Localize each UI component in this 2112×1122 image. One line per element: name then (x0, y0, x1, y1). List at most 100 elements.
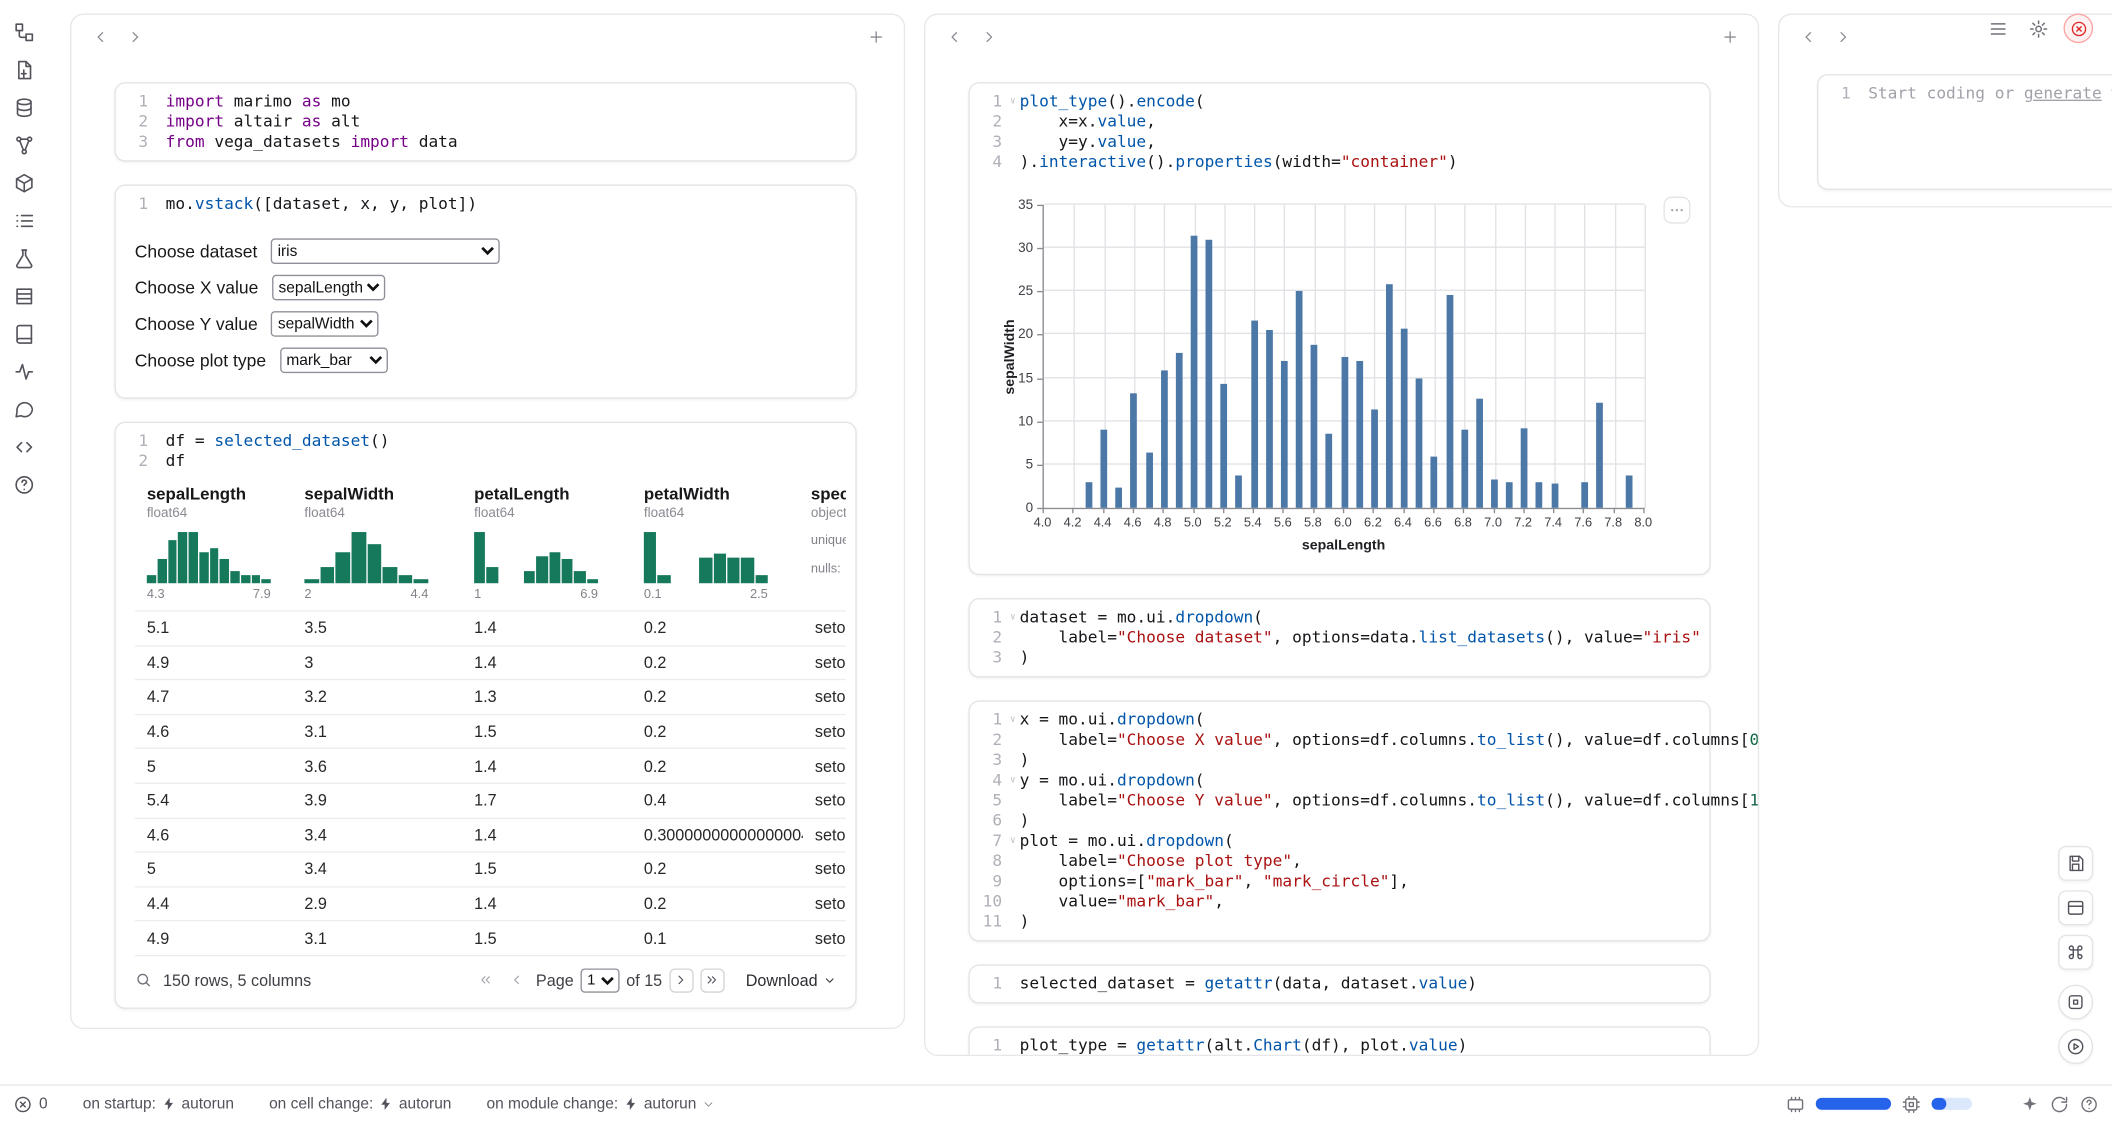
snippets-icon[interactable] (11, 434, 38, 461)
column-move-right-button[interactable] (120, 22, 150, 52)
chart-bar (1296, 290, 1303, 507)
cell-dataframe: 1df = selected_dataset()2df sepalLengthf… (114, 422, 856, 1009)
chart-bar (1101, 429, 1108, 508)
code-line: 10 value="mark_bar", (970, 892, 1696, 912)
prev-page-button[interactable] (505, 968, 529, 992)
documentation-icon[interactable] (11, 321, 38, 348)
code-editor-imports[interactable]: 1import marimo as mo2import altair as al… (116, 84, 855, 161)
file-tree-icon[interactable] (11, 19, 38, 46)
add-column-button[interactable] (861, 22, 891, 52)
chart-bar (1431, 457, 1438, 508)
menu-icon (1987, 18, 2007, 38)
chart-bar (1251, 321, 1258, 508)
search-icon[interactable] (135, 972, 153, 990)
code-editor-vstack[interactable]: 1mo.vstack([dataset, x, y, plot]) (116, 186, 855, 222)
chart-output: sepalWidth sepalLength 4.04.24.44.64.85.… (989, 197, 1691, 555)
memory-usage-bar (1816, 1098, 1891, 1110)
code-editor-plot-type[interactable]: 1plot_type = getattr(alt.Chart(df), plot… (970, 1028, 1709, 1056)
chart-bar (1476, 399, 1483, 508)
next-page-button[interactable] (669, 968, 693, 992)
save-button[interactable] (2058, 846, 2093, 881)
cell-selected-dataset: 1selected_dataset = getattr(data, datase… (968, 964, 1710, 1003)
fold-chevron-icon (1006, 912, 1019, 932)
table-body: 5.13.51.40.2setosa4.931.40.2setosa4.73.2… (135, 610, 846, 956)
table-column-header[interactable]: sepalLengthfloat644.37.9 (135, 485, 293, 602)
dependency-graph-icon[interactable] (11, 132, 38, 159)
chart-bar (1116, 488, 1123, 508)
code-editor-dataset[interactable]: 1∨dataset = mo.ui.dropdown(2 label="Choo… (970, 599, 1709, 676)
on-cell-change-config[interactable]: on cell change:autorun (269, 1096, 451, 1112)
table-column-header[interactable]: petalLengthfloat6416.9 (462, 485, 632, 602)
fold-chevron-icon: ∨ (1006, 92, 1019, 112)
logs-icon[interactable] (11, 283, 38, 310)
tracing-icon[interactable] (11, 358, 38, 385)
dataset-dropdown[interactable]: iris (271, 238, 500, 264)
code-editor-new-cell[interactable]: 1Start coding or generate with AI (1818, 75, 2112, 111)
code-editor-plot[interactable]: 1∨plot_type().encode(2 x=x.value,3 y=y.v… (970, 84, 1709, 181)
error-counter[interactable]: 0 (13, 1094, 47, 1113)
table-of-contents-icon[interactable] (11, 207, 38, 234)
code-line: 2 label="Choose X value", options=df.col… (970, 730, 1696, 750)
notebook-menu-button[interactable] (1983, 13, 2013, 43)
page-select[interactable]: 1 (580, 968, 619, 992)
table-column-header[interactable]: sepalWidthfloat6424.4 (292, 485, 462, 602)
code-editor-df[interactable]: 1df = selected_dataset()2df (116, 423, 855, 480)
chevron-right-icon (674, 973, 689, 988)
y-value-dropdown[interactable]: sepalWidth (271, 311, 379, 337)
control-row: Choose X valuesepalLength (135, 269, 837, 305)
cell-chart: 1∨plot_type().encode(2 x=x.value,3 y=y.v… (968, 82, 1710, 575)
cell-new-empty: 1Start coding or generate with AI (1817, 74, 2112, 190)
chart-bar (1386, 284, 1393, 508)
chevron-left-icon (1799, 28, 1817, 46)
shutdown-button[interactable] (2064, 13, 2094, 43)
plot-type-dropdown[interactable]: mark_bar (280, 348, 388, 374)
chart-bar (1236, 476, 1243, 508)
settings-button[interactable] (2023, 13, 2053, 43)
table-column-header[interactable]: petalWidthfloat640.12.5 (632, 485, 803, 602)
on-startup-config[interactable]: on startup:autorun (83, 1096, 234, 1112)
save-icon (2066, 854, 2085, 873)
marimo-file-icon[interactable] (11, 57, 38, 84)
code-line: 2import altair as alt (116, 112, 842, 132)
database-icon[interactable] (11, 94, 38, 121)
x-value-dropdown[interactable]: sepalLength (272, 275, 385, 301)
chat-icon[interactable] (11, 396, 38, 423)
column-move-right-button[interactable] (974, 22, 1004, 52)
restart-kernel-icon[interactable] (2050, 1094, 2069, 1113)
play-icon (2066, 1037, 2085, 1056)
code-line: 11) (970, 912, 1696, 932)
help-icon[interactable] (11, 471, 38, 498)
control-row: Choose datasetiris (135, 233, 837, 269)
column-move-left-button[interactable] (85, 22, 115, 52)
fold-chevron-icon (1006, 851, 1019, 871)
last-page-button[interactable] (700, 968, 724, 992)
help-icon[interactable] (2080, 1094, 2099, 1113)
package-icon[interactable] (11, 170, 38, 197)
column-move-left-button[interactable] (1793, 22, 1823, 52)
column-move-right-button[interactable] (1828, 22, 1858, 52)
on-module-change-config[interactable]: on module change:autorun (486, 1096, 715, 1112)
download-button[interactable]: Download (746, 971, 837, 990)
fold-chevron-icon (152, 112, 165, 132)
column-move-left-button[interactable] (939, 22, 969, 52)
table-row: 4.931.40.2setosa (135, 645, 846, 679)
control-row: Choose Y valuesepalWidth (135, 306, 837, 342)
keyboard-shortcuts-button[interactable] (2058, 935, 2093, 970)
add-column-button[interactable] (1715, 22, 1745, 52)
code-editor-dropdowns[interactable]: 1∨x = mo.ui.dropdown(2 label="Choose X v… (970, 702, 1709, 940)
run-all-button[interactable] (2058, 1029, 2093, 1064)
scratchpad-icon[interactable] (11, 245, 38, 272)
chart-options-button[interactable] (1663, 197, 1690, 224)
notebook-actions (2058, 846, 2093, 970)
stop-kernel-button[interactable] (2058, 985, 2093, 1020)
code-line: 1df = selected_dataset() (116, 431, 842, 451)
code-editor-selected-dataset[interactable]: 1selected_dataset = getattr(data, datase… (970, 966, 1709, 1002)
code-line: 5 label="Choose Y value", options=df.col… (970, 791, 1696, 811)
status-right (1786, 1094, 2098, 1113)
ai-assistant-icon[interactable] (2020, 1094, 2039, 1113)
table-column-header[interactable]: speciesobjectunique:nulls: (803, 485, 846, 602)
memory-icon (1786, 1094, 1805, 1113)
first-page-button[interactable] (474, 968, 498, 992)
cpu-icon (1902, 1094, 1921, 1113)
layout-toggle-button[interactable] (2058, 890, 2093, 925)
